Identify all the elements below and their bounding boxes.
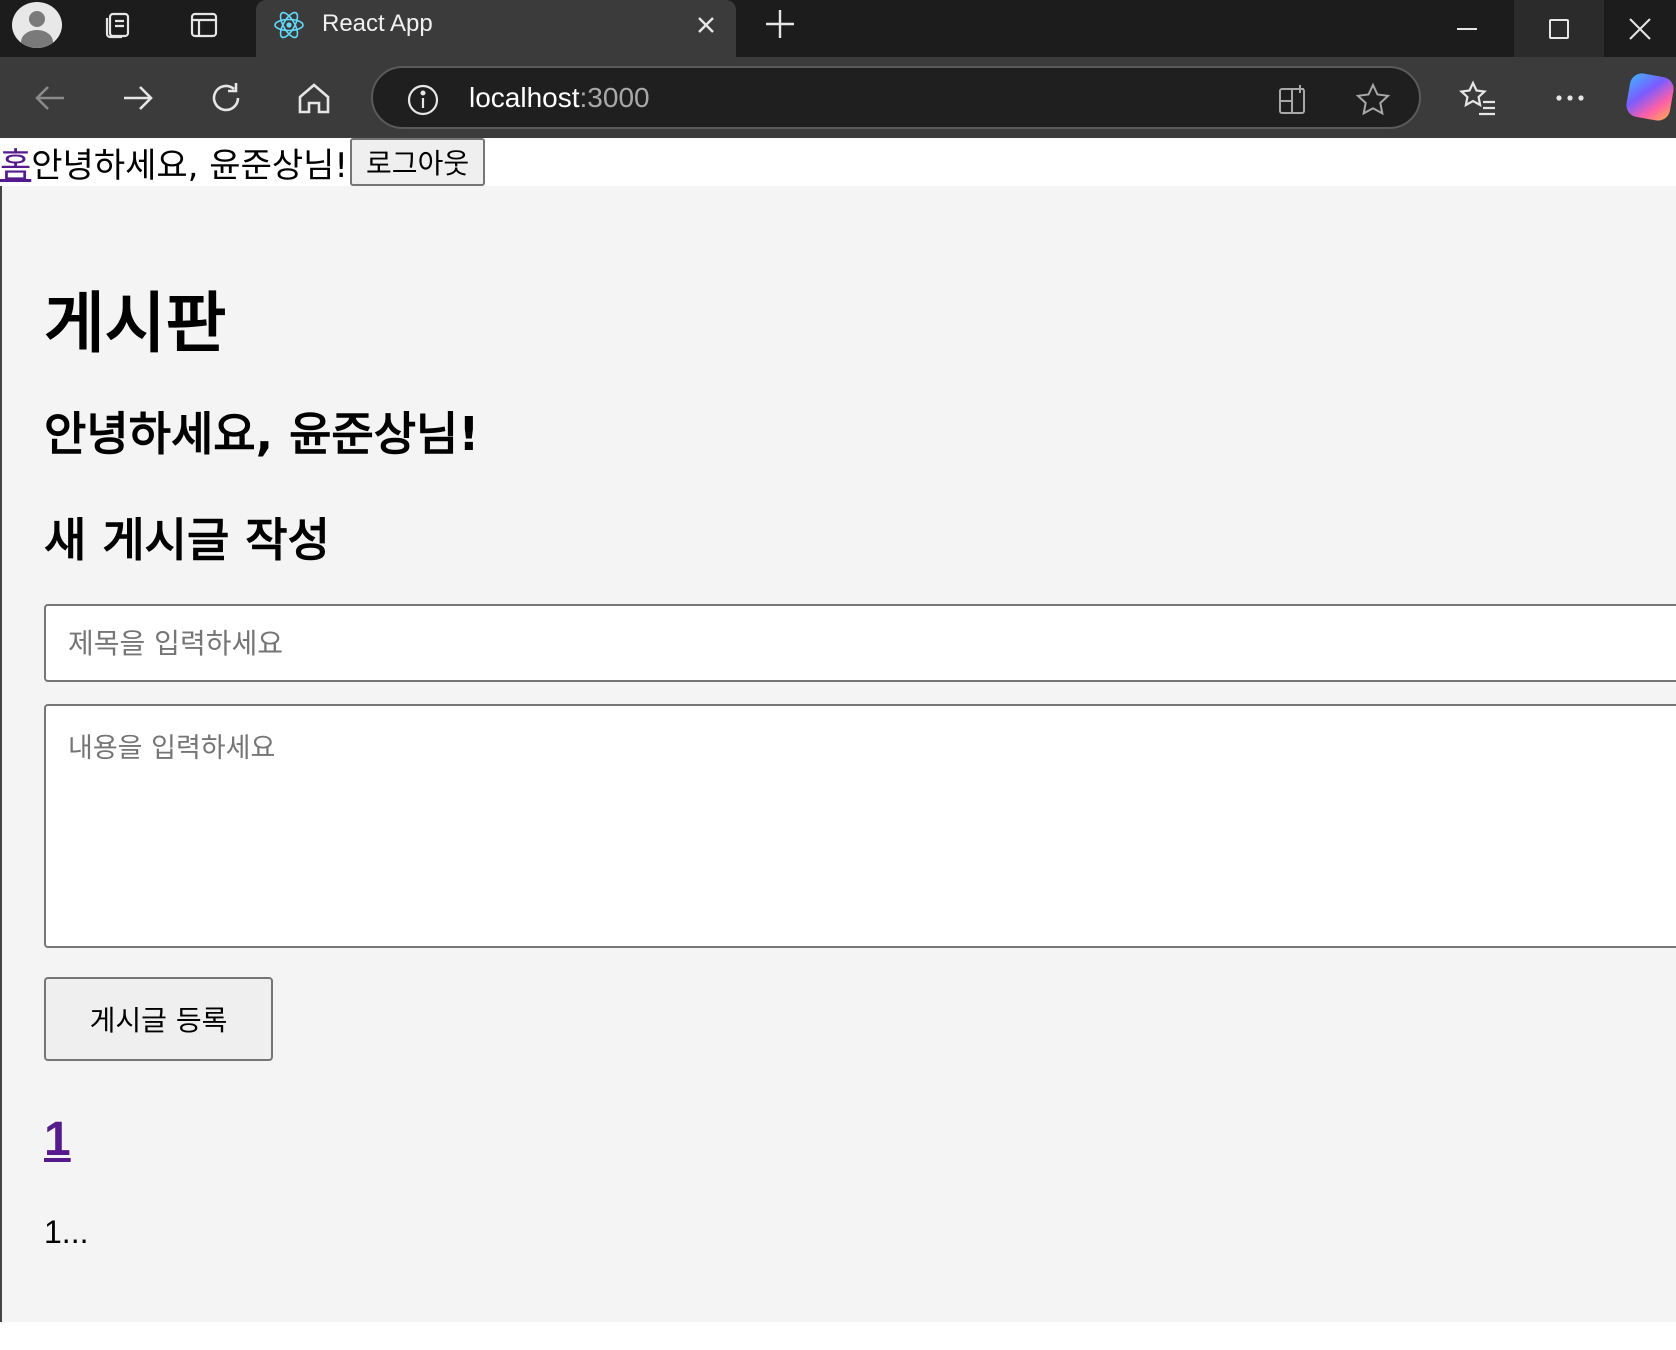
board-container: 게시판 안녕하세요, 윤준상님! 새 게시글 작성 게시글 등록 1 1... xyxy=(0,186,1676,1322)
forward-icon[interactable] xyxy=(114,74,162,122)
top-nav: 홈 안녕하세요, 윤준상님! 로그아웃 xyxy=(0,138,1676,186)
site-info-icon[interactable] xyxy=(403,80,443,120)
refresh-icon[interactable] xyxy=(202,74,250,122)
close-window-icon[interactable] xyxy=(1604,0,1676,57)
react-favicon-icon xyxy=(272,8,306,42)
page-viewport: 홈 안녕하세요, 윤준상님! 로그아웃 게시판 안녕하세요, 윤준상님! 새 게… xyxy=(0,138,1676,1350)
new-tab-icon[interactable] xyxy=(760,4,800,44)
more-menu-icon[interactable] xyxy=(1546,74,1594,122)
submit-post-button[interactable]: 게시글 등록 xyxy=(44,977,273,1061)
tab-react-app[interactable]: React App xyxy=(256,0,736,57)
post-title-input[interactable] xyxy=(44,604,1676,682)
home-link[interactable]: 홈 xyxy=(0,138,31,187)
split-screen-icon[interactable] xyxy=(1273,80,1313,120)
workspaces-icon[interactable] xyxy=(98,0,138,50)
favorite-star-icon[interactable] xyxy=(1353,80,1393,120)
home-icon[interactable] xyxy=(290,74,338,122)
tab-title: React App xyxy=(322,10,433,37)
minimize-icon[interactable] xyxy=(1422,0,1512,57)
browser-toolbar: localhost:3000 xyxy=(0,57,1676,138)
close-tab-icon[interactable] xyxy=(689,8,723,42)
browser-titlebar: React App xyxy=(0,0,1676,57)
user-greeting-heading: 안녕하세요, 윤준상님! xyxy=(44,407,480,461)
nav-greeting: 안녕하세요, 윤준상님! xyxy=(31,145,349,186)
address-bar[interactable]: localhost:3000 xyxy=(371,66,1421,129)
post-title-link[interactable]: 1 xyxy=(44,1112,71,1167)
new-post-heading: 새 게시글 작성 xyxy=(44,513,330,567)
maximize-icon[interactable] xyxy=(1514,0,1604,57)
copilot-icon[interactable] xyxy=(1624,71,1676,123)
favorites-list-icon[interactable] xyxy=(1454,74,1502,122)
logout-button[interactable]: 로그아웃 xyxy=(350,138,486,186)
page-title: 게시판 xyxy=(44,285,227,362)
profile-avatar-icon[interactable] xyxy=(12,2,62,48)
post-content-textarea[interactable] xyxy=(44,704,1676,948)
tab-actions-icon[interactable] xyxy=(184,0,224,50)
post-excerpt: 1... xyxy=(44,1214,89,1250)
back-icon[interactable] xyxy=(26,74,74,122)
url-text[interactable]: localhost:3000 xyxy=(469,82,650,114)
